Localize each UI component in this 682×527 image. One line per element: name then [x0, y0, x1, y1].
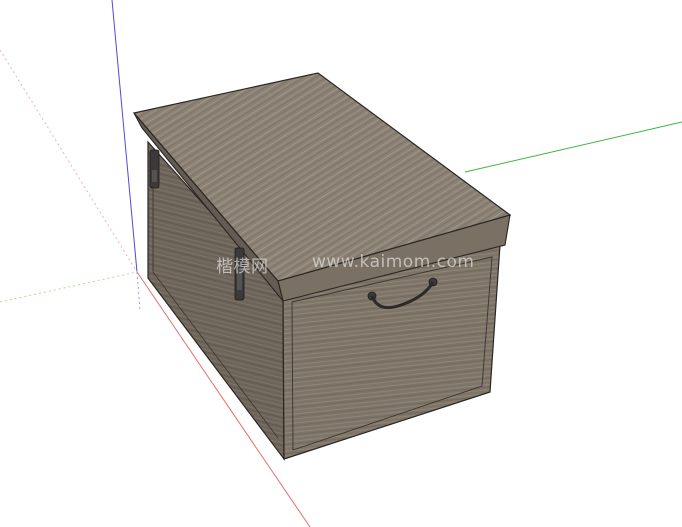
- wooden-chest[interactable]: [132, 72, 512, 461]
- 3d-scene[interactable]: [0, 0, 682, 527]
- blue-axis: [111, 0, 138, 273]
- red-axis-dotted: [0, 49, 138, 273]
- model-viewport[interactable]: 楷模网 www.kaimom.com: [0, 0, 682, 527]
- green-axis-dotted: [0, 271, 138, 303]
- hinge-right: [234, 247, 245, 301]
- green-axis: [464, 121, 682, 173]
- hinge-left: [149, 149, 160, 189]
- blue-axis-dotted: [136, 271, 141, 311]
